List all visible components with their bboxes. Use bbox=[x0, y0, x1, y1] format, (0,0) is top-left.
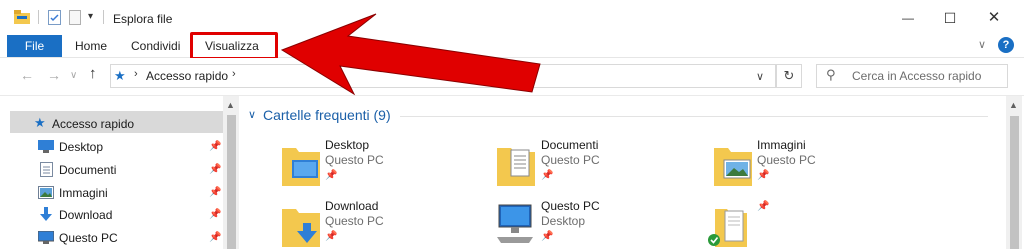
folder-location: Desktop bbox=[541, 214, 586, 228]
folder-name: Desktop bbox=[325, 138, 370, 152]
documents-folder-icon bbox=[497, 140, 535, 189]
folder-name: Documenti bbox=[541, 138, 599, 152]
folder-location: Questo PC bbox=[325, 153, 384, 167]
breadcrumb-chevron-icon[interactable]: › bbox=[232, 68, 236, 80]
sidebar-item-label: Accesso rapido bbox=[52, 117, 135, 131]
up-arrow-icon[interactable]: ↑ bbox=[89, 65, 97, 82]
sidebar-item-label: Questo PC bbox=[59, 231, 118, 245]
scrollbar-thumb[interactable] bbox=[227, 115, 236, 249]
file-explorer-app-icon[interactable] bbox=[14, 10, 30, 27]
pictures-icon bbox=[38, 186, 54, 202]
tab-condividi[interactable]: Condividi bbox=[131, 35, 180, 57]
desktop-folder-icon bbox=[282, 140, 320, 189]
folder-location: Questo PC bbox=[541, 153, 600, 167]
pin-icon[interactable]: 📌 bbox=[541, 170, 553, 181]
folder-name: Immagini bbox=[757, 138, 806, 152]
tab-home[interactable]: Home bbox=[75, 35, 107, 57]
sidebar-item-questo-pc[interactable]: Questo PC 📌 bbox=[0, 229, 223, 249]
section-divider bbox=[400, 116, 988, 117]
folder-name: Questo PC bbox=[541, 199, 600, 213]
sidebar-item-label: Download bbox=[59, 208, 113, 222]
documents-icon bbox=[40, 162, 53, 180]
scroll-up-arrow-icon[interactable]: ▲ bbox=[1009, 100, 1018, 110]
pictures-folder-icon bbox=[714, 140, 752, 189]
title-separator-2 bbox=[103, 10, 104, 24]
scroll-up-arrow-icon[interactable]: ▲ bbox=[226, 100, 235, 110]
quick-access-star-icon: ★ bbox=[114, 68, 126, 83]
new-folder-quick-icon[interactable] bbox=[69, 10, 81, 28]
tab-file[interactable]: File bbox=[7, 35, 62, 57]
close-button[interactable]: ✕ bbox=[984, 8, 1004, 28]
star-icon: ★ bbox=[34, 115, 46, 130]
title-separator-1 bbox=[38, 10, 39, 24]
computer-icon bbox=[495, 201, 535, 249]
title-bar: ▾ Esplora file — ☐ ✕ bbox=[0, 0, 1024, 34]
properties-quick-icon[interactable] bbox=[48, 10, 61, 28]
sidebar-item-documenti[interactable]: Documenti 📌 bbox=[0, 161, 223, 181]
sidebar-item-label: Documenti bbox=[59, 163, 117, 177]
folder-name: Download bbox=[325, 199, 379, 213]
sidebar-item-download[interactable]: Download 📌 bbox=[0, 206, 223, 226]
sidebar-item-label: Desktop bbox=[59, 140, 104, 154]
breadcrumb-location[interactable]: Accesso rapido bbox=[146, 69, 228, 83]
pin-icon[interactable]: 📌 bbox=[209, 164, 221, 175]
ribbon-tab-bar: File Home Condividi Visualizza bbox=[0, 34, 1024, 58]
scrollbar-thumb[interactable] bbox=[1010, 116, 1019, 249]
breadcrumb-chevron-icon[interactable]: › bbox=[134, 68, 138, 80]
expand-ribbon-chevron-icon[interactable]: ∨ bbox=[978, 38, 986, 51]
address-dropdown-chevron-icon[interactable]: ∨ bbox=[756, 70, 764, 83]
recent-locations-chevron-icon[interactable]: ∨ bbox=[70, 70, 77, 81]
pin-icon[interactable]: 📌 bbox=[325, 231, 337, 242]
window-title: Esplora file bbox=[113, 12, 173, 26]
download-icon bbox=[39, 207, 53, 225]
refresh-button[interactable]: ↻ bbox=[776, 64, 802, 88]
folder-tile-synced[interactable] bbox=[705, 197, 905, 249]
pin-icon[interactable]: 📌 bbox=[541, 231, 553, 242]
help-button[interactable]: ? bbox=[998, 37, 1014, 53]
download-folder-icon bbox=[282, 201, 320, 249]
pin-icon[interactable]: 📌 bbox=[757, 201, 769, 212]
sidebar-item-accesso-rapido[interactable]: ★ Accesso rapido bbox=[0, 115, 223, 135]
sidebar-item-desktop[interactable]: Desktop 📌 bbox=[0, 138, 223, 158]
pin-icon[interactable]: 📌 bbox=[757, 170, 769, 181]
visualizza-tab-highlight-box bbox=[190, 32, 278, 60]
search-icon: ⚲ bbox=[826, 67, 836, 82]
sidebar-item-label: Immagini bbox=[59, 186, 108, 200]
back-arrow-icon[interactable]: ← bbox=[20, 67, 34, 83]
section-header-frequent-folders[interactable]: Cartelle frequenti (9) bbox=[263, 107, 391, 123]
pin-icon[interactable]: 📌 bbox=[325, 170, 337, 181]
folder-location: Questo PC bbox=[325, 214, 384, 228]
minimize-button[interactable]: — bbox=[898, 8, 918, 28]
pin-icon[interactable]: 📌 bbox=[209, 187, 221, 198]
synced-folder-icon bbox=[707, 201, 753, 249]
sidebar-item-immagini[interactable]: Immagini 📌 bbox=[0, 184, 223, 204]
refresh-icon: ↻ bbox=[783, 68, 795, 83]
computer-icon bbox=[37, 230, 55, 247]
pin-icon[interactable]: 📌 bbox=[209, 141, 221, 152]
forward-arrow-icon[interactable]: → bbox=[47, 67, 61, 83]
desktop-icon bbox=[38, 140, 54, 156]
quick-access-toolbar-dropdown-icon[interactable]: ▾ bbox=[88, 11, 93, 22]
search-input[interactable]: Cerca in Accesso rapido bbox=[852, 69, 981, 83]
maximize-button[interactable]: ☐ bbox=[940, 8, 960, 28]
collapse-section-chevron-icon[interactable]: ∨ bbox=[248, 108, 256, 121]
pin-icon[interactable]: 📌 bbox=[209, 232, 221, 243]
folder-location: Questo PC bbox=[757, 153, 816, 167]
pin-icon[interactable]: 📌 bbox=[209, 209, 221, 220]
